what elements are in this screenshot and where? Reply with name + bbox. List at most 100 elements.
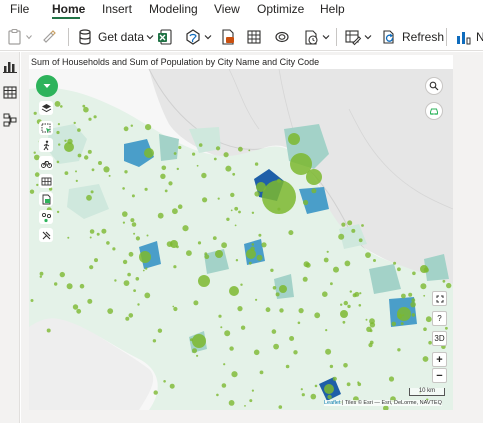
data-bubble[interactable] — [310, 393, 317, 400]
data-bubble[interactable] — [89, 265, 94, 270]
data-bubble[interactable] — [56, 210, 60, 214]
data-bubble[interactable] — [84, 155, 89, 160]
data-bubble[interactable] — [234, 224, 237, 227]
data-bubble[interactable] — [340, 310, 348, 318]
data-bubble[interactable] — [145, 267, 148, 270]
data-bubble[interactable] — [130, 218, 135, 223]
data-bubble[interactable] — [279, 285, 287, 293]
data-bubble[interactable] — [130, 124, 133, 127]
data-bubble[interactable] — [57, 123, 60, 126]
data-bubble[interactable] — [93, 115, 97, 119]
data-bubble[interactable] — [357, 381, 360, 384]
data-bubble[interactable] — [289, 336, 295, 341]
menu-home[interactable]: Home — [52, 2, 85, 16]
data-bubble[interactable] — [369, 318, 375, 325]
data-bubble[interactable] — [96, 232, 100, 236]
data-bubble[interactable] — [168, 181, 173, 186]
data-bubble[interactable] — [108, 174, 111, 177]
excel-workbook-button[interactable] — [156, 25, 174, 49]
data-bubble[interactable] — [89, 229, 95, 234]
data-bubble[interactable] — [373, 259, 376, 262]
data-bubble[interactable] — [302, 276, 308, 282]
data-bubble[interactable] — [338, 233, 345, 240]
data-bubble[interactable] — [215, 146, 221, 151]
data-bubble[interactable] — [75, 179, 78, 182]
enter-data-button[interactable] — [245, 25, 263, 49]
data-bubble[interactable] — [400, 322, 404, 326]
data-bubble[interactable] — [152, 339, 157, 343]
data-bubble[interactable] — [204, 254, 210, 260]
data-bubble[interactable] — [293, 350, 298, 355]
data-bubble[interactable] — [388, 376, 395, 382]
menu-view[interactable]: View — [214, 2, 240, 16]
data-bubble[interactable] — [182, 225, 189, 232]
data-bubble[interactable] — [163, 380, 166, 383]
zoom-out-button[interactable]: − — [432, 368, 447, 383]
data-bubble[interactable] — [77, 128, 81, 132]
data-bubble[interactable] — [197, 241, 202, 245]
get-data-button[interactable]: Get data — [76, 25, 154, 49]
data-bubble[interactable] — [128, 313, 134, 318]
data-bubble[interactable] — [361, 224, 364, 227]
data-bubble[interactable] — [202, 197, 208, 203]
data-bubble[interactable] — [411, 313, 416, 317]
paste-button[interactable] — [6, 25, 32, 49]
data-bubble[interactable] — [33, 111, 37, 115]
data-bubble[interactable] — [325, 348, 332, 355]
data-bubble[interactable] — [122, 221, 125, 224]
table-view-button[interactable] — [2, 84, 18, 100]
data-bubble[interactable] — [408, 292, 413, 297]
data-bubble[interactable] — [213, 157, 217, 161]
data-bubble[interactable] — [238, 210, 241, 214]
refresh-button[interactable]: Refresh — [380, 25, 444, 49]
data-bubble[interactable] — [82, 104, 86, 108]
data-bubble[interactable] — [423, 267, 429, 273]
data-bubble[interactable] — [303, 199, 309, 206]
data-bubble[interactable] — [79, 283, 85, 289]
data-bubble[interactable] — [265, 307, 271, 313]
data-bubble[interactable] — [166, 241, 173, 248]
data-bubble[interactable] — [277, 207, 281, 211]
data-bubble[interactable] — [204, 252, 208, 256]
data-bubble[interactable] — [160, 173, 166, 179]
data-bubble[interactable] — [248, 261, 252, 265]
data-bubble[interactable] — [352, 293, 357, 298]
data-bubble[interactable] — [128, 251, 134, 257]
data-bubble[interactable] — [288, 230, 294, 236]
data-bubble[interactable] — [161, 165, 167, 171]
data-bubble[interactable] — [300, 388, 303, 391]
data-bubble[interactable] — [303, 261, 310, 268]
report-view-button[interactable] — [2, 58, 18, 74]
data-bubble[interactable] — [123, 126, 129, 132]
data-bubble[interactable] — [358, 304, 362, 307]
data-bubble[interactable] — [393, 261, 397, 265]
data-bubble[interactable] — [177, 204, 183, 209]
zoom-in-button[interactable]: + — [432, 352, 447, 367]
data-bubble[interactable] — [259, 370, 264, 375]
data-bubble[interactable] — [369, 329, 373, 333]
data-bubble[interactable] — [240, 283, 243, 286]
data-bubble[interactable] — [397, 348, 401, 352]
data-bubble[interactable] — [288, 133, 300, 145]
data-bubble[interactable] — [190, 338, 193, 342]
data-bubble[interactable] — [301, 393, 305, 397]
data-bubble[interactable] — [215, 250, 223, 258]
data-bubble[interactable] — [231, 371, 238, 378]
map-search-button[interactable] — [425, 77, 443, 95]
data-bubble[interactable] — [251, 389, 254, 392]
data-bubble[interactable] — [324, 384, 334, 394]
map-help-button[interactable]: ? — [432, 311, 447, 326]
data-bubble[interactable] — [66, 283, 73, 290]
data-bubble[interactable] — [273, 343, 279, 350]
data-bubble[interactable] — [76, 308, 82, 314]
recent-sources-button[interactable] — [302, 25, 330, 49]
data-bubble[interactable] — [142, 269, 145, 272]
data-bubble[interactable] — [442, 279, 446, 283]
data-bubble[interactable] — [67, 236, 70, 239]
heatmap-button[interactable] — [39, 174, 53, 188]
data-bubble[interactable] — [217, 197, 220, 200]
data-bubble[interactable] — [122, 187, 125, 190]
data-bubble[interactable] — [368, 343, 373, 348]
map-area[interactable] — [29, 69, 453, 410]
data-bubble[interactable] — [225, 165, 232, 172]
